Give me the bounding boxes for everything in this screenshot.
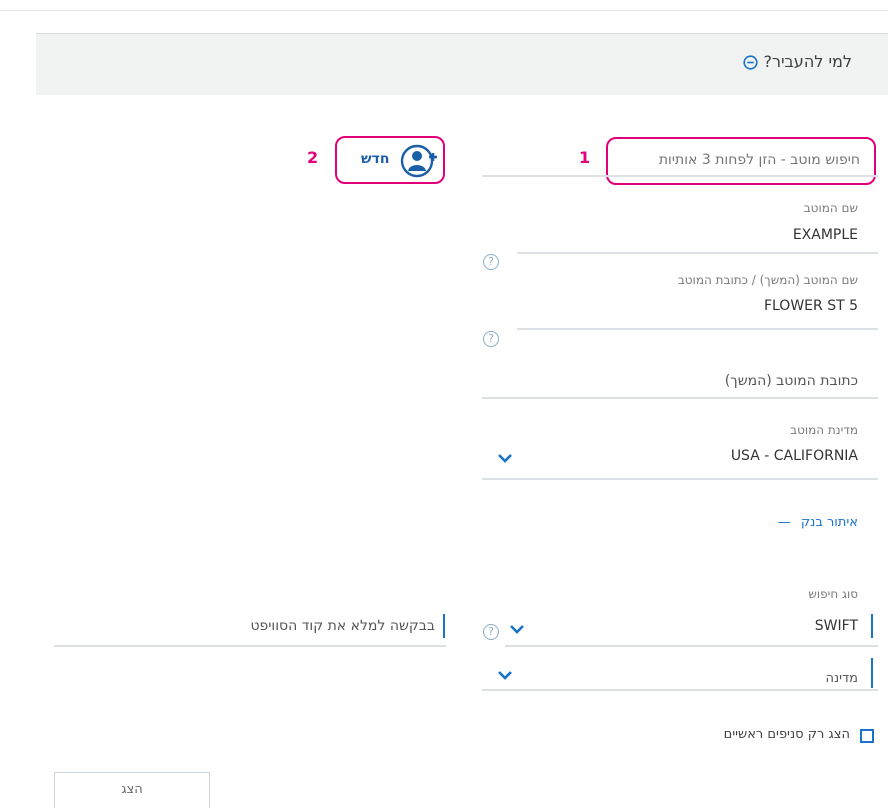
swift-code-input[interactable]: בבקשה למלא את קוד הסוויפט — [160, 618, 435, 634]
beneficiary-name-label: שם המוטב — [803, 201, 858, 215]
collapse-icon[interactable] — [743, 55, 758, 70]
search-underline — [482, 175, 878, 177]
marker-1: 1 — [579, 148, 591, 167]
main-branches-label: הצג רק סניפים ראשיים — [723, 727, 850, 742]
help-icon[interactable]: ? — [483, 624, 499, 640]
search-beneficiary-input[interactable] — [620, 148, 860, 172]
address-cont-underline — [482, 397, 878, 399]
beneficiary-country-underline — [482, 478, 878, 480]
beneficiary-country-value[interactable]: USA - CALIFORNIA — [731, 448, 858, 464]
add-person-icon — [400, 144, 437, 178]
beneficiary-country-label: מדינת המוטב — [790, 423, 858, 437]
beneficiary-name-cont-label: שם המוטב (המשך) / כתובת המוטב — [677, 273, 858, 287]
search-type-focus-bar — [871, 614, 873, 638]
country-focus-bar — [871, 658, 873, 688]
search-type-value[interactable]: SWIFT — [815, 618, 858, 634]
new-button-label: חדש — [361, 151, 390, 167]
chevron-down-icon[interactable] — [497, 453, 513, 463]
country-select[interactable]: מדינה — [825, 671, 858, 686]
minus-icon: — — [777, 515, 791, 530]
beneficiary-name-underline — [517, 252, 878, 254]
new-beneficiary-button[interactable]: חדש — [335, 136, 445, 184]
swift-code-underline — [54, 645, 446, 647]
section-title: למי להעביר? — [735, 52, 852, 71]
country-underline — [482, 689, 878, 691]
bank-search-section-toggle[interactable]: איתור בנק — — [778, 515, 858, 530]
address-cont-input[interactable]: כתובת המוטב (המשך) — [725, 373, 858, 389]
beneficiary-name-value[interactable]: EXAMPLE — [793, 227, 858, 243]
show-button[interactable]: הצג — [54, 772, 210, 808]
chevron-down-icon[interactable] — [497, 670, 513, 680]
beneficiary-name-cont-value[interactable]: FLOWER ST 5 — [764, 298, 858, 314]
section-title-text: למי להעביר? — [763, 52, 852, 71]
search-type-underline — [505, 645, 878, 647]
main-branches-checkbox[interactable] — [860, 729, 874, 743]
help-icon[interactable]: ? — [483, 254, 499, 270]
help-icon[interactable]: ? — [483, 331, 499, 347]
section-header[interactable]: למי להעביר? — [36, 33, 888, 95]
top-divider — [0, 10, 888, 11]
marker-2: 2 — [307, 148, 319, 167]
beneficiary-name-cont-underline — [517, 328, 878, 330]
chevron-down-icon[interactable] — [509, 624, 525, 634]
swift-input-focus-bar — [443, 614, 445, 638]
bank-search-section-label: איתור בנק — [800, 515, 858, 530]
search-type-label: סוג חיפוש — [808, 587, 858, 601]
